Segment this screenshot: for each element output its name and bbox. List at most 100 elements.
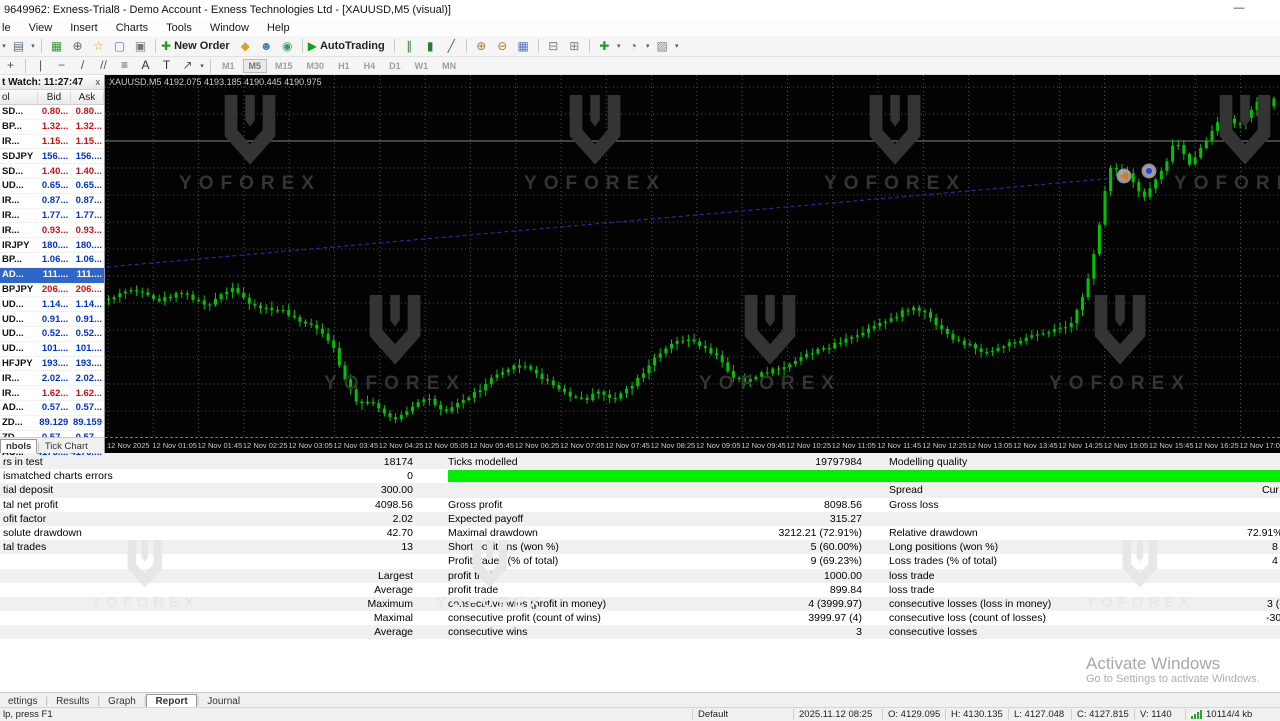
cascade-windows-icon[interactable]: ⊞ xyxy=(565,38,584,55)
periods-caret[interactable]: ▾ xyxy=(644,42,652,50)
zoom-out-icon[interactable]: ⊖ xyxy=(493,38,512,55)
line-chart-icon[interactable]: ╱ xyxy=(442,38,461,55)
autotrading-button[interactable]: ▶AutoTrading xyxy=(308,38,389,55)
market-watch-close-icon[interactable]: x xyxy=(96,77,105,87)
market-watch-row[interactable]: SD...1.40...1.40... xyxy=(0,164,104,179)
menu-item-help[interactable]: Help xyxy=(258,22,299,34)
column-symbol[interactable]: ol xyxy=(0,92,38,103)
market-watch-row[interactable]: IR...1.15...1.15... xyxy=(0,135,104,150)
market-watch-row[interactable]: BPJPY206....206.... xyxy=(0,283,104,298)
market-watch-row[interactable]: UD...101....101.... xyxy=(0,342,104,357)
market-watch-row[interactable]: SD...0.80...0.80... xyxy=(0,105,104,120)
new-order-button[interactable]: ✚New Order xyxy=(161,38,234,55)
tester-tab-report[interactable]: Report xyxy=(146,694,196,708)
market-watch-row[interactable]: HFJPY193....193.... xyxy=(0,357,104,372)
market-watch-row[interactable]: UD...0.65...0.65... xyxy=(0,179,104,194)
preview-icon[interactable]: ▣ xyxy=(131,38,150,55)
report-value-1: Largest xyxy=(0,569,413,583)
arrows-tool-icon[interactable]: ↗ xyxy=(178,57,197,74)
favorites-icon[interactable]: ☆ xyxy=(89,38,108,55)
candlestick-chart-icon[interactable]: ▮ xyxy=(421,38,440,55)
market-watch-row[interactable]: AD...0.57...0.57... xyxy=(0,401,104,416)
window-layout-icon[interactable]: ▢ xyxy=(110,38,129,55)
text-tool-icon[interactable]: A xyxy=(136,57,155,74)
templates-caret[interactable]: ▾ xyxy=(673,42,681,50)
chart-panel[interactable]: XAUUSD,M5 4192.075 4193.185 4190.445 419… xyxy=(105,75,1280,453)
market-watch-row[interactable]: IR...2.02...2.02... xyxy=(0,371,104,386)
menu-item-le[interactable]: le xyxy=(0,22,20,34)
report-label-3: Modelling quality xyxy=(889,455,967,469)
arrows-caret[interactable]: ▾ xyxy=(198,62,206,70)
new-order-button-label: New Order xyxy=(174,38,234,55)
bar-chart-icon[interactable]: ∥ xyxy=(400,38,419,55)
report-label-3: Relative drawdown xyxy=(889,526,978,540)
market-watch-row[interactable]: UD...0.91...0.91... xyxy=(0,312,104,327)
market-icon[interactable]: ◉ xyxy=(278,38,297,55)
print-icon[interactable]: ▤ xyxy=(9,38,28,55)
profiles-caret[interactable]: ▾ xyxy=(0,42,8,50)
timeframe-m5[interactable]: M5 xyxy=(243,59,268,73)
market-watch-row[interactable]: BP...1.32...1.32... xyxy=(0,120,104,135)
market-watch-tab-tickchart[interactable]: Tick Chart xyxy=(40,440,93,453)
crosshair-tool-icon[interactable]: + xyxy=(1,57,20,74)
menu-item-insert[interactable]: Insert xyxy=(61,22,107,34)
timeframe-mn[interactable]: MN xyxy=(436,59,462,73)
market-watch-row[interactable]: SDJPY156....156.... xyxy=(0,149,104,164)
indicators-icon[interactable]: ✚ xyxy=(595,38,614,55)
tile-windows-icon[interactable]: ▦ xyxy=(514,38,533,55)
market-watch-row[interactable]: ZD...89.12989.159 xyxy=(0,416,104,431)
minimize-button[interactable]: — xyxy=(1224,0,1254,18)
timeframe-w1[interactable]: W1 xyxy=(409,59,435,73)
market-watch-row[interactable]: BP...1.06...1.06... xyxy=(0,253,104,268)
chart-window-icon[interactable]: ▦ xyxy=(47,38,66,55)
menu-item-tools[interactable]: Tools xyxy=(157,22,201,34)
equidistant-channel-tool-icon[interactable]: // xyxy=(94,57,113,74)
menu-item-window[interactable]: Window xyxy=(201,22,258,34)
arrange-windows-icon[interactable]: ⊟ xyxy=(544,38,563,55)
timeframe-d1[interactable]: D1 xyxy=(383,59,407,73)
market-watch-row[interactable]: IRJPY180....180.... xyxy=(0,238,104,253)
fibonacci-tool-icon[interactable]: ≡ xyxy=(115,57,134,74)
vertical-line-tool-icon[interactable]: | xyxy=(31,57,50,74)
market-watch-title: t Watch: 11:27:47 xyxy=(2,77,83,88)
timeframe-h4[interactable]: H4 xyxy=(358,59,382,73)
chart-ohlc-readout: XAUUSD,M5 4192.075 4193.185 4190.445 419… xyxy=(109,77,322,87)
time-axis-label: 12 Nov 16:25 xyxy=(1194,441,1239,450)
deposit-icon[interactable]: ◆ xyxy=(236,38,255,55)
indicators-caret[interactable]: ▾ xyxy=(615,42,623,50)
favorites-icon-glyph: ☆ xyxy=(93,38,104,55)
trendline-tool-icon[interactable]: / xyxy=(73,57,92,74)
column-bid[interactable]: Bid xyxy=(38,92,71,103)
timeframe-m30[interactable]: M30 xyxy=(301,59,331,73)
market-watch-row[interactable]: AD...111....111.... xyxy=(0,268,104,283)
time-axis-label: 12 Nov 02:25 xyxy=(243,441,288,450)
horizontal-line-tool-icon[interactable]: − xyxy=(52,57,71,74)
market-watch-row[interactable]: IR...0.93...0.93... xyxy=(0,223,104,238)
market-watch-row[interactable]: IR...1.62...1.62... xyxy=(0,386,104,401)
column-ask[interactable]: Ask xyxy=(71,92,104,103)
timeframe-m15[interactable]: M15 xyxy=(269,59,299,73)
ask-cell: 1.40... xyxy=(70,166,104,177)
market-watch-row[interactable]: UD...1.14...1.14... xyxy=(0,297,104,312)
report-label-2: consecutive wins (profit in money) xyxy=(448,597,606,611)
crosshair-icon[interactable]: ⊕ xyxy=(68,38,87,55)
report-value-1: Average xyxy=(0,583,413,597)
print-caret[interactable]: ▾ xyxy=(29,42,37,50)
market-watch-row[interactable]: IR...1.77...1.77... xyxy=(0,209,104,224)
periods-icon[interactable]: ◔ xyxy=(624,38,643,55)
symbol-cell: BPJPY xyxy=(0,284,37,295)
experts-icon[interactable]: ☻ xyxy=(257,38,276,55)
menu-item-charts[interactable]: Charts xyxy=(107,22,157,34)
ask-cell: 193.... xyxy=(70,358,104,369)
market-watch-tab-nbols[interactable]: nbols xyxy=(0,439,37,453)
bid-cell: 206.... xyxy=(37,284,71,295)
zoom-in-icon[interactable]: ⊕ xyxy=(472,38,491,55)
templates-icon[interactable]: ▨ xyxy=(653,38,672,55)
label-tool-icon[interactable]: T xyxy=(157,57,176,74)
market-watch-row[interactable]: IR...0.87...0.87... xyxy=(0,194,104,209)
timeframe-h1[interactable]: H1 xyxy=(332,59,356,73)
market-watch-row[interactable]: UD...0.52...0.52... xyxy=(0,327,104,342)
menu-item-view[interactable]: View xyxy=(20,22,62,34)
timeframe-m1[interactable]: M1 xyxy=(216,59,241,73)
report-value-2: 1000.00 xyxy=(600,569,862,583)
